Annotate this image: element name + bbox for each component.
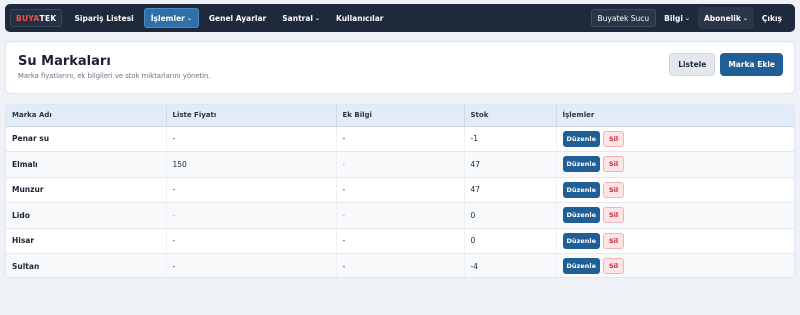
column-header-brand: Marka Adı: [6, 105, 167, 127]
price-cell: -: [166, 228, 337, 254]
edit-button[interactable]: Düzenle: [562, 232, 600, 249]
column-header-actions: İşlemler: [556, 105, 794, 127]
stock-cell: 47: [464, 177, 557, 203]
info-cell: -: [336, 126, 465, 152]
delete-button[interactable]: Sil: [602, 258, 625, 275]
nav-kullanicilar-label: Kullanıcılar: [336, 13, 384, 23]
chevron-down-icon: ⌄: [742, 14, 748, 22]
stock-cell: 0: [464, 228, 557, 254]
delete-button[interactable]: Sil: [602, 207, 625, 224]
price-cell: -: [166, 126, 337, 152]
actions-cell: Düzenle Sil: [556, 202, 794, 229]
brand-name-cell: Lido: [6, 202, 167, 229]
table-row: Sultan - - -4 Düzenle Sil: [6, 253, 794, 277]
brands-table: Marka Adı Liste Fiyatı Ek Bilgi Stok İşl…: [6, 105, 794, 277]
info-cell: -: [336, 177, 465, 203]
brand-name-cell: Munzur: [6, 177, 167, 203]
branch-badge[interactable]: Buyatek Sucu: [590, 9, 657, 27]
brand-name-cell: Sultan: [6, 253, 167, 277]
price-cell: -: [166, 177, 337, 203]
nav-siparis-listesi[interactable]: Sipariş Listesi: [68, 8, 139, 28]
actions-cell: Düzenle Sil: [556, 228, 794, 254]
table-row: Penar su - - -1 Düzenle Sil: [6, 126, 794, 152]
brand-logo-part-a: BUYA: [16, 13, 40, 23]
delete-button[interactable]: Sil: [602, 181, 625, 198]
brand-name-cell: Penar su: [6, 126, 167, 152]
table-row: Munzur - - 47 Düzenle Sil: [6, 177, 794, 203]
info-cell: -: [336, 228, 465, 254]
actions-cell: Düzenle Sil: [556, 126, 794, 152]
stock-cell: 47: [464, 151, 557, 178]
nav-bilgi-dropdown[interactable]: Bilgi ⌄: [658, 8, 696, 28]
edit-button[interactable]: Düzenle: [562, 156, 600, 173]
table-header-row: Marka Adı Liste Fiyatı Ek Bilgi Stok İşl…: [6, 105, 794, 127]
delete-button[interactable]: Sil: [602, 232, 625, 249]
actions-cell: Düzenle Sil: [556, 253, 794, 277]
nav-siparis-listesi-label: Sipariş Listesi: [74, 13, 134, 23]
chevron-down-icon: ⌄: [684, 14, 690, 22]
actions-cell: Düzenle Sil: [556, 151, 794, 178]
table-row: Lido - - 0 Düzenle Sil: [6, 202, 794, 229]
add-brand-button[interactable]: Marka Ekle: [720, 53, 783, 76]
brand-logo-part-b: TEK: [39, 13, 57, 23]
top-navbar: BUYA TEK Sipariş Listesi İşlemler ⌄ Genel …: [5, 4, 795, 32]
price-cell: -: [166, 202, 337, 229]
price-cell: 150: [166, 151, 337, 178]
page-title: Su Markaları: [18, 54, 111, 69]
nav-genel-ayarlar-label: Genel Ayarlar: [208, 13, 267, 23]
actions-cell: Düzenle Sil: [556, 177, 794, 203]
info-cell: -: [336, 253, 465, 277]
nav-santral-dropdown[interactable]: Santral ⌄: [276, 8, 326, 28]
delete-button[interactable]: Sil: [602, 156, 625, 173]
info-cell: -: [336, 202, 465, 229]
nav-right-group: Buyatek Sucu Bilgi ⌄ Abonelik ⌄ Çıkış: [590, 7, 790, 29]
page-subtitle: Marka fiyatlarını, ek bilgileri ve stok …: [18, 72, 211, 80]
logout-link[interactable]: Çıkış: [756, 8, 788, 28]
nav-kullanicilar[interactable]: Kullanıcılar: [330, 8, 389, 28]
header-actions: Listele Marka Ekle: [669, 53, 783, 76]
edit-button[interactable]: Düzenle: [562, 181, 600, 198]
nav-islemler-label: İşlemler: [150, 13, 185, 23]
table-row: Elmalı 150 - 47 Düzenle Sil: [6, 151, 794, 178]
table-row: Hisar - - 0 Düzenle Sil: [6, 228, 794, 254]
chevron-down-icon: ⌄: [186, 14, 192, 22]
brand-logo[interactable]: BUYA TEK: [10, 9, 63, 27]
column-header-stock: Stok: [464, 105, 557, 127]
nav-abonelik-label: Abonelik: [703, 13, 741, 23]
stock-cell: -4: [464, 253, 557, 277]
nav-abonelik-dropdown[interactable]: Abonelik ⌄: [697, 7, 754, 29]
column-header-info: Ek Bilgi: [336, 105, 465, 127]
list-button[interactable]: Listele: [669, 53, 716, 76]
stock-cell: 0: [464, 202, 557, 229]
nav-santral-label: Santral: [282, 13, 313, 23]
brand-name-cell: Elmalı: [6, 151, 167, 178]
delete-button[interactable]: Sil: [602, 130, 625, 147]
page-header: Su Markaları Marka fiyatlarını, ek bilgi…: [5, 41, 795, 94]
stock-cell: -1: [464, 126, 557, 152]
brand-name-cell: Hisar: [6, 228, 167, 254]
nav-islemler-dropdown[interactable]: İşlemler ⌄: [143, 8, 199, 28]
nav-bilgi-label: Bilgi: [664, 13, 683, 23]
nav-genel-ayarlar[interactable]: Genel Ayarlar: [203, 8, 272, 28]
info-cell: -: [336, 151, 465, 178]
brands-table-card: Marka Adı Liste Fiyatı Ek Bilgi Stok İşl…: [5, 104, 795, 278]
edit-button[interactable]: Düzenle: [562, 207, 600, 224]
edit-button[interactable]: Düzenle: [562, 130, 600, 147]
chevron-down-icon: ⌄: [314, 14, 321, 22]
column-header-price: Liste Fiyatı: [166, 105, 337, 127]
price-cell: -: [166, 253, 337, 277]
edit-button[interactable]: Düzenle: [562, 258, 600, 275]
